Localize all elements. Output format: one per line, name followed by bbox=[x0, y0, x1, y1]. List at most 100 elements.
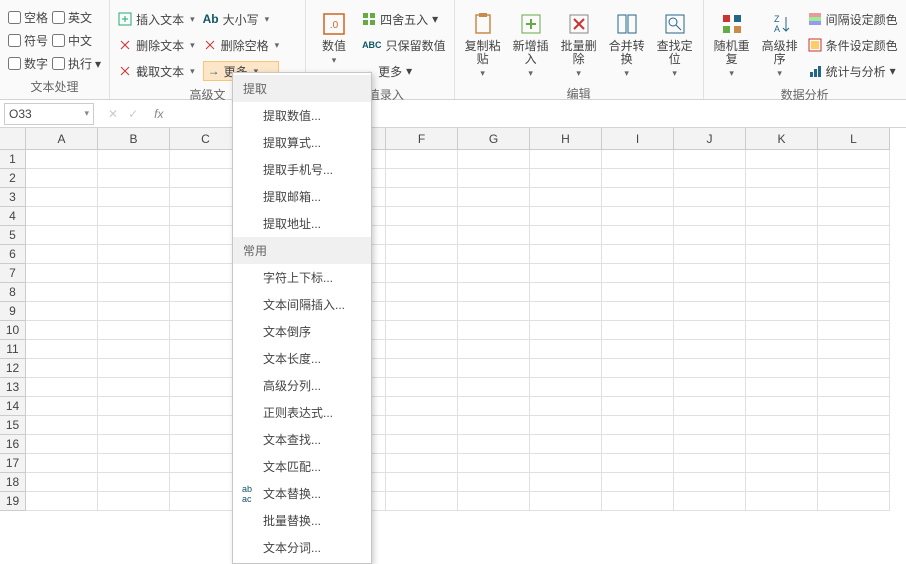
cell[interactable] bbox=[530, 264, 602, 283]
column-header[interactable]: A bbox=[26, 128, 98, 150]
row-header[interactable]: 11 bbox=[0, 340, 26, 359]
cell[interactable] bbox=[818, 492, 890, 511]
cell[interactable] bbox=[530, 150, 602, 169]
cell[interactable] bbox=[602, 473, 674, 492]
cell[interactable] bbox=[26, 207, 98, 226]
cell[interactable] bbox=[98, 378, 170, 397]
menu-item[interactable]: 提取数值... bbox=[233, 102, 371, 129]
cell[interactable] bbox=[746, 454, 818, 473]
cell[interactable] bbox=[26, 245, 98, 264]
cell[interactable] bbox=[746, 245, 818, 264]
cell[interactable] bbox=[602, 397, 674, 416]
cell[interactable] bbox=[26, 283, 98, 302]
cell[interactable] bbox=[530, 321, 602, 340]
cell[interactable] bbox=[386, 397, 458, 416]
column-header[interactable]: J bbox=[674, 128, 746, 150]
cell[interactable] bbox=[674, 150, 746, 169]
cell[interactable] bbox=[818, 416, 890, 435]
cell[interactable] bbox=[26, 302, 98, 321]
menu-item[interactable]: 字符上下标... bbox=[233, 264, 371, 291]
cell[interactable] bbox=[458, 188, 530, 207]
column-header[interactable]: B bbox=[98, 128, 170, 150]
cell[interactable] bbox=[98, 169, 170, 188]
menu-item[interactable]: 文本匹配... bbox=[233, 453, 371, 480]
check-spaces[interactable]: 空格 bbox=[8, 9, 48, 26]
cell[interactable] bbox=[602, 283, 674, 302]
cell[interactable] bbox=[98, 188, 170, 207]
cell[interactable] bbox=[746, 188, 818, 207]
cell[interactable] bbox=[530, 283, 602, 302]
round-button[interactable]: 四舍五入▾ bbox=[362, 9, 446, 29]
fx-label[interactable]: fx bbox=[148, 107, 169, 121]
cell[interactable] bbox=[98, 397, 170, 416]
menu-item[interactable]: 正则表达式... bbox=[233, 399, 371, 426]
menu-item[interactable]: 文本间隔插入... bbox=[233, 291, 371, 318]
cell[interactable] bbox=[818, 359, 890, 378]
row-header[interactable]: 19 bbox=[0, 492, 26, 511]
cell[interactable] bbox=[458, 473, 530, 492]
check-numbers[interactable]: 数字 bbox=[8, 55, 48, 72]
cell[interactable] bbox=[746, 283, 818, 302]
row-header[interactable]: 10 bbox=[0, 321, 26, 340]
cell[interactable] bbox=[98, 454, 170, 473]
cell[interactable] bbox=[674, 454, 746, 473]
cell[interactable] bbox=[530, 245, 602, 264]
cell[interactable] bbox=[602, 378, 674, 397]
cell[interactable] bbox=[26, 150, 98, 169]
menu-item[interactable]: abac文本替换... bbox=[233, 480, 371, 507]
cell[interactable] bbox=[818, 226, 890, 245]
cell[interactable] bbox=[602, 150, 674, 169]
cell[interactable] bbox=[674, 473, 746, 492]
cell[interactable] bbox=[98, 340, 170, 359]
cell[interactable] bbox=[386, 150, 458, 169]
cell[interactable] bbox=[602, 454, 674, 473]
check-english[interactable]: 英文 bbox=[52, 9, 92, 26]
select-all-corner[interactable] bbox=[0, 128, 26, 150]
column-header[interactable]: H bbox=[530, 128, 602, 150]
cell[interactable] bbox=[674, 416, 746, 435]
cell[interactable] bbox=[386, 416, 458, 435]
cell[interactable] bbox=[26, 397, 98, 416]
row-header[interactable]: 15 bbox=[0, 416, 26, 435]
cell[interactable] bbox=[746, 226, 818, 245]
cell[interactable] bbox=[458, 454, 530, 473]
cell[interactable] bbox=[674, 397, 746, 416]
cell[interactable] bbox=[386, 169, 458, 188]
cell[interactable] bbox=[458, 302, 530, 321]
cell[interactable] bbox=[386, 302, 458, 321]
cell[interactable] bbox=[386, 245, 458, 264]
menu-item[interactable]: 提取算式... bbox=[233, 129, 371, 156]
cell[interactable] bbox=[458, 378, 530, 397]
cell[interactable] bbox=[746, 340, 818, 359]
find-locate-button[interactable]: 查找定位▾ bbox=[653, 6, 697, 83]
cell[interactable] bbox=[386, 321, 458, 340]
cell[interactable] bbox=[746, 397, 818, 416]
cell[interactable] bbox=[26, 473, 98, 492]
menu-item[interactable]: 文本查找... bbox=[233, 426, 371, 453]
row-header[interactable]: 3 bbox=[0, 188, 26, 207]
cell[interactable] bbox=[746, 435, 818, 454]
cell[interactable] bbox=[674, 359, 746, 378]
row-header[interactable]: 4 bbox=[0, 207, 26, 226]
cell[interactable] bbox=[26, 492, 98, 511]
cell[interactable] bbox=[530, 416, 602, 435]
cell[interactable] bbox=[386, 226, 458, 245]
insert-text-button[interactable]: 插入文本▾ bbox=[118, 9, 195, 29]
cell[interactable] bbox=[530, 340, 602, 359]
cell[interactable] bbox=[746, 492, 818, 511]
cell[interactable] bbox=[458, 169, 530, 188]
cell[interactable] bbox=[26, 169, 98, 188]
batch-delete-button[interactable]: 批量删除▾ bbox=[557, 6, 601, 83]
cell[interactable] bbox=[98, 302, 170, 321]
row-header[interactable]: 7 bbox=[0, 264, 26, 283]
delete-text-button[interactable]: 删除文本▾ bbox=[118, 35, 195, 55]
numeric-big-button[interactable]: .0 数值▾ bbox=[312, 6, 356, 70]
cell[interactable] bbox=[746, 207, 818, 226]
cell[interactable] bbox=[26, 359, 98, 378]
cell[interactable] bbox=[98, 283, 170, 302]
keep-numeric-button[interactable]: ABC 只保留数值 bbox=[362, 35, 446, 55]
cell[interactable] bbox=[98, 435, 170, 454]
cell[interactable] bbox=[26, 321, 98, 340]
stats-button[interactable]: 统计与分析▾ bbox=[808, 61, 898, 81]
cell[interactable] bbox=[386, 473, 458, 492]
